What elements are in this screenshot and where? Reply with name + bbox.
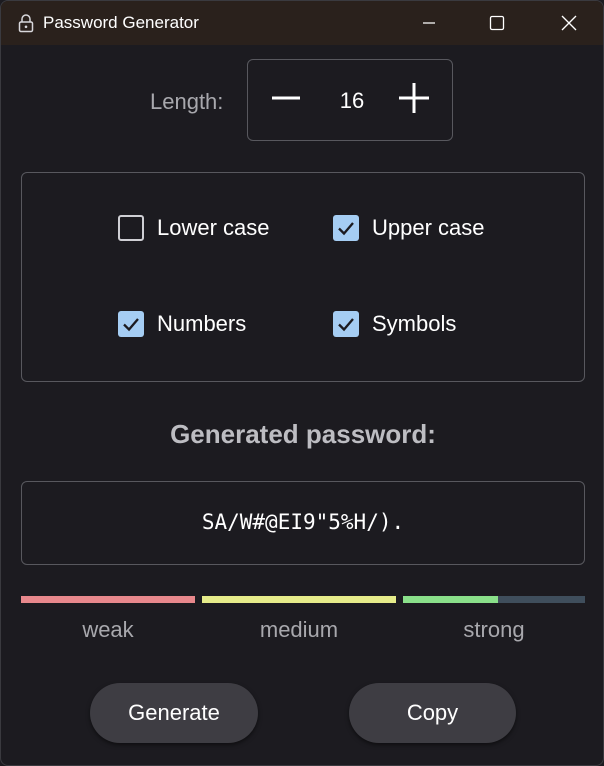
symbols-checkbox[interactable] (333, 311, 359, 337)
close-icon (561, 15, 577, 31)
minimize-button[interactable] (394, 1, 464, 45)
strength-label-medium: medium (259, 617, 339, 642)
lower-case-checkbox[interactable] (118, 215, 144, 241)
symbols-label: Symbols (372, 311, 457, 336)
lock-icon (17, 13, 35, 33)
strength-bar-medium (202, 596, 396, 603)
length-value[interactable]: 16 (318, 88, 386, 114)
maximize-button[interactable] (462, 1, 532, 45)
copy-button[interactable]: Copy (349, 683, 516, 743)
minus-icon (271, 83, 301, 118)
numbers-checkbox[interactable] (118, 311, 144, 337)
check-icon (123, 318, 139, 332)
strength-bar-strong-fill (403, 596, 498, 603)
strength-bar-weak (21, 596, 195, 603)
character-options-panel: Lower case Upper case Numbers Symbols (21, 172, 585, 382)
length-label: Length: (150, 89, 224, 114)
check-icon (338, 318, 354, 332)
upper-case-checkbox[interactable] (333, 215, 359, 241)
numbers-label: Numbers (157, 311, 247, 336)
upper-case-option[interactable]: Upper case (333, 215, 485, 241)
check-icon (338, 222, 354, 236)
maximize-icon (489, 15, 505, 31)
window-title: Password Generator (43, 13, 199, 32)
generate-button[interactable]: Generate (90, 683, 258, 743)
minimize-icon (422, 16, 436, 30)
lower-case-label: Lower case (157, 215, 270, 240)
symbols-option[interactable]: Symbols (333, 311, 456, 337)
close-button[interactable] (534, 1, 603, 45)
length-stepper: 16 (247, 59, 453, 141)
app-window: Password Generator Length: 16 Lower case… (0, 0, 604, 766)
lower-case-option[interactable]: Lower case (118, 215, 270, 241)
generated-password-heading: Generated password: (170, 419, 436, 449)
strength-label-weak: weak (82, 617, 134, 642)
decrement-button[interactable] (264, 80, 308, 120)
title-bar[interactable]: Password Generator (1, 1, 603, 45)
increment-button[interactable] (392, 80, 436, 120)
upper-case-label: Upper case (372, 215, 485, 240)
plus-icon (398, 82, 430, 119)
numbers-option[interactable]: Numbers (118, 311, 246, 337)
password-output-field[interactable]: SA/W#@EI9"5%H/). (21, 481, 585, 565)
password-text[interactable]: SA/W#@EI9"5%H/). (22, 510, 584, 534)
strength-label-strong: strong (463, 617, 525, 642)
